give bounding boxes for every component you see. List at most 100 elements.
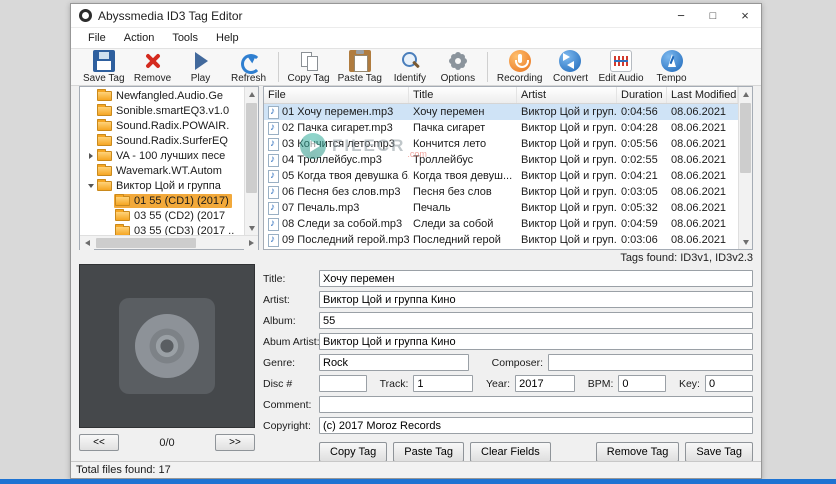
options-button[interactable]: Options — [434, 49, 482, 85]
scrollbar-thumb[interactable] — [96, 238, 196, 248]
genre-field[interactable] — [319, 354, 469, 371]
tree-item[interactable]: 01 55 (CD1) (2017) — [80, 193, 244, 208]
tree-item[interactable]: Newfangled.Audio.Ge — [80, 88, 244, 103]
clear-fields-button[interactable]: Clear Fields — [470, 442, 551, 461]
scroll-down-arrow-icon[interactable] — [245, 221, 258, 235]
music-file-icon — [268, 234, 279, 247]
cd-icon — [135, 314, 199, 378]
file-artist: Виктор Цой и груп... — [517, 104, 617, 120]
artist-field[interactable] — [319, 291, 753, 308]
album-artist-field[interactable] — [319, 333, 753, 350]
prev-art-button[interactable]: << — [79, 434, 119, 451]
scroll-down-arrow-icon[interactable] — [739, 235, 753, 249]
scroll-up-arrow-icon[interactable] — [245, 87, 258, 101]
file-row[interactable]: 04 Троллейбус.mp3 Троллейбус Виктор Цой … — [264, 152, 738, 168]
file-row[interactable]: 01 Хочу перемен.mp3 Хочу перемен Виктор … — [264, 104, 738, 120]
music-file-icon — [268, 186, 279, 199]
menu-item[interactable]: Tools — [163, 28, 207, 49]
scroll-up-arrow-icon[interactable] — [739, 87, 753, 101]
recording-button[interactable]: Recording — [493, 49, 547, 85]
folder-icon — [115, 196, 130, 206]
scrollbar-thumb[interactable] — [246, 103, 257, 193]
copy-tag-button[interactable]: Copy Tag — [319, 442, 387, 461]
play-icon — [190, 50, 212, 72]
column-header[interactable]: File — [264, 87, 409, 103]
column-header[interactable]: Artist — [517, 87, 617, 103]
file-row[interactable]: 09 Последний герой.mp3 Последний герой В… — [264, 232, 738, 248]
file-list-header: FileTitleArtistDurationLast Modified — [264, 87, 738, 104]
year-field[interactable] — [515, 375, 575, 392]
tree-item[interactable]: Sonible.smartEQ3.v1.0 — [80, 103, 244, 118]
file-title: Троллейбус — [409, 152, 517, 168]
menu-item[interactable]: File — [79, 28, 115, 49]
genre-field-label: Genre: — [263, 357, 319, 369]
convert-button[interactable]: Convert — [546, 49, 594, 85]
save-tag-button[interactable]: Save Tag — [685, 442, 753, 461]
comment-field[interactable] — [319, 396, 753, 413]
tree-item[interactable]: 03 55 (CD3) (2017 .. — [80, 223, 244, 235]
file-row[interactable]: 08 Следи за собой.mp3 Следи за собой Вик… — [264, 216, 738, 232]
file-name: 01 Хочу перемен.mp3 — [282, 104, 393, 120]
album-field[interactable] — [319, 312, 753, 329]
file-row[interactable]: 02 Пачка сигарет.mp3 Пачка сигарет Викто… — [264, 120, 738, 136]
column-header[interactable]: Last Modified — [667, 87, 738, 103]
identify-icon — [399, 50, 421, 72]
play-button[interactable]: Play — [177, 49, 225, 85]
remove-button[interactable]: Remove — [129, 49, 177, 85]
identify-button[interactable]: Identify — [386, 49, 434, 85]
scroll-right-arrow-icon[interactable] — [244, 236, 258, 250]
tree-item[interactable]: Виктор Цой и группа — [80, 178, 244, 193]
tree-item[interactable]: 03 55 (CD2) (2017 — [80, 208, 244, 223]
copy-tag-button[interactable]: Copy Tag — [284, 49, 334, 85]
copy-tag-icon — [298, 50, 320, 72]
window-title: Abyssmedia ID3 Tag Editor — [98, 9, 243, 23]
title-field[interactable] — [319, 270, 753, 287]
bpm-field[interactable] — [618, 375, 666, 392]
tree-vertical-scrollbar[interactable] — [244, 87, 258, 235]
paste-tag-button[interactable]: Paste Tag — [393, 442, 464, 461]
remove-tag-button[interactable]: Remove Tag — [596, 442, 680, 461]
composer-field[interactable] — [548, 354, 753, 371]
form-buttons-row: Copy Tag Paste Tag Clear Fields Remove T… — [319, 442, 753, 461]
file-duration: 0:03:05 — [617, 184, 667, 200]
close-button[interactable]: × — [729, 4, 761, 27]
tree-item-label: VA - 100 лучших песе — [116, 150, 225, 162]
maximize-button[interactable]: □ — [697, 4, 729, 27]
copyright-field[interactable] — [319, 417, 753, 434]
folder-tree-body: Newfangled.Audio.Ge Sonible.smartEQ3.v1.… — [80, 87, 258, 235]
key-field[interactable] — [705, 375, 753, 392]
track-field[interactable] — [413, 375, 473, 392]
menu-item[interactable]: Help — [207, 28, 248, 49]
tree-item[interactable]: Wavemark.WT.Autom — [80, 163, 244, 178]
scrollbar-thumb[interactable] — [740, 103, 751, 173]
options-icon — [447, 50, 469, 72]
menu-item[interactable]: Action — [115, 28, 164, 49]
refresh-button[interactable]: Refresh — [225, 49, 273, 85]
folder-icon — [97, 121, 112, 131]
file-row[interactable]: 03 Кончится лето.mp3 Кончится лето Викто… — [264, 136, 738, 152]
file-artist: Виктор Цой и груп... — [517, 136, 617, 152]
tempo-button[interactable]: Tempo — [648, 49, 696, 85]
file-name: 06 Песня без слов.mp3 — [282, 184, 401, 200]
edit-audio-button[interactable]: Edit Audio — [594, 49, 647, 85]
list-vertical-scrollbar[interactable] — [738, 87, 752, 249]
file-row[interactable]: 06 Песня без слов.mp3 Песня без слов Вик… — [264, 184, 738, 200]
disc-field[interactable] — [319, 375, 367, 392]
file-row[interactable]: 05 Когда твоя девушка б... Когда твоя де… — [264, 168, 738, 184]
next-art-button[interactable]: >> — [215, 434, 255, 451]
tree-item[interactable]: Sound.Radix.POWAIR. — [80, 118, 244, 133]
file-row[interactable]: 07 Печаль.mp3 Печаль Виктор Цой и груп..… — [264, 200, 738, 216]
file-title: Следи за собой — [409, 216, 517, 232]
scroll-left-arrow-icon[interactable] — [80, 236, 94, 250]
tree-item[interactable]: Sound.Radix.SurferEQ — [80, 133, 244, 148]
minimize-button[interactable]: − — [665, 4, 697, 27]
tree-horizontal-scrollbar[interactable] — [80, 235, 258, 249]
paste-tag-button[interactable]: Paste Tag — [334, 49, 386, 85]
file-modified: 08.06.2021 — [667, 120, 738, 136]
column-header[interactable]: Duration — [617, 87, 667, 103]
file-artist: Виктор Цой и груп... — [517, 232, 617, 248]
tempo-icon — [661, 50, 683, 72]
tree-item[interactable]: VA - 100 лучших песе — [80, 148, 244, 163]
save-tag-button[interactable]: Save Tag — [79, 49, 129, 85]
column-header[interactable]: Title — [409, 87, 517, 103]
